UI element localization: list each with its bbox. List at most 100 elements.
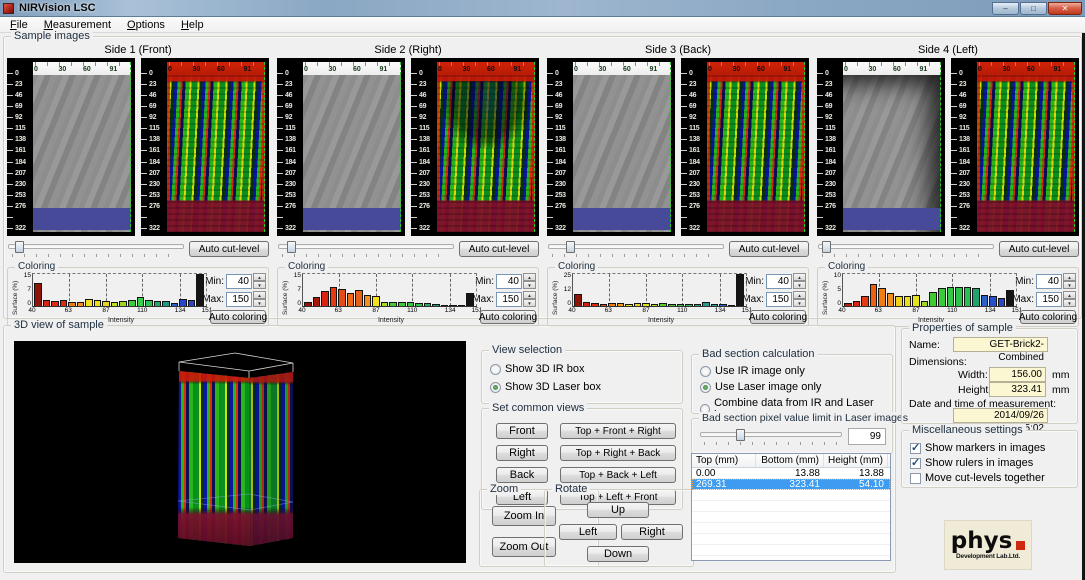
histogram-bar [407,302,415,306]
spin-up-icon[interactable]: ▲ [523,273,536,281]
spin-down-icon[interactable]: ▼ [523,281,536,289]
view-combo-button[interactable]: Top + Back + Left [560,467,676,483]
menu-options[interactable]: Options [119,18,173,32]
histogram-plot [32,273,207,307]
max-spinner-value[interactable]: 150 [496,292,522,307]
minimize-button[interactable]: – [992,2,1019,15]
view-right-button[interactable]: Right [496,445,548,461]
checkbox-checked[interactable] [910,458,921,469]
rotate-up-button[interactable]: Up [587,502,649,518]
max-spinner-value[interactable]: 150 [766,292,792,307]
ruler-tick: 115 [277,125,303,132]
slider-track[interactable] [818,244,994,249]
max-spinner[interactable]: 150▲▼ [496,291,536,307]
tick-label: 207 [419,170,430,177]
max-spinner-value[interactable]: 150 [1036,292,1062,307]
rotate-down-button[interactable]: Down [587,546,649,562]
tick-label: 322 [149,225,160,232]
max-spinner[interactable]: 150▲▼ [1036,291,1076,307]
histogram-bar [972,288,980,306]
bad-limit-value[interactable]: 99 [848,428,886,445]
close-button[interactable]: ✕ [1048,2,1082,15]
spin-up-icon[interactable]: ▲ [793,291,806,299]
checkbox[interactable] [910,473,921,484]
column-header[interactable]: Height (mm) [824,454,888,467]
cut-level-slider[interactable] [8,240,184,258]
bad-limit-slider[interactable] [700,428,842,446]
radio-button[interactable] [700,366,711,377]
auto-cut-level-button[interactable]: Auto cut-level [999,241,1079,257]
spin-down-icon[interactable]: ▼ [253,299,266,307]
misc-option-label: Move cut-levels together [925,472,1045,484]
3d-canvas[interactable] [14,341,466,563]
cut-level-slider[interactable] [278,240,454,258]
x-tick: 40 [838,307,845,314]
min-spinner[interactable]: 40▲▼ [1036,273,1076,289]
spin-up-icon[interactable]: ▲ [253,273,266,281]
checkbox-checked[interactable] [910,443,921,454]
min-spinner-value[interactable]: 40 [766,274,792,289]
slider-thumb[interactable] [15,241,24,253]
table-row-selected[interactable]: 269.31323.4154.10 [692,479,890,490]
cut-level-slider[interactable] [548,240,724,258]
radio-button[interactable] [490,364,501,375]
spin-up-icon[interactable]: ▲ [793,273,806,281]
min-spinner[interactable]: 40▲▼ [766,273,806,289]
radio-button-selected[interactable] [490,382,501,393]
max-spinner[interactable]: 150▲▼ [226,291,266,307]
spin-up-icon[interactable]: ▲ [253,291,266,299]
slider-thumb[interactable] [822,241,831,253]
spin-down-icon[interactable]: ▼ [793,299,806,307]
h-tick-label: 0 [168,66,172,73]
slider-track[interactable] [8,244,184,249]
min-spinner-value[interactable]: 40 [1036,274,1062,289]
auto-coloring-button[interactable]: Auto coloring [210,310,266,324]
slider-track[interactable] [278,244,454,249]
min-spinner-value[interactable]: 40 [226,274,252,289]
tick-mark [817,84,823,85]
view-combo-button[interactable]: Top + Right + Back [560,445,676,461]
min-spinner[interactable]: 40▲▼ [226,273,266,289]
ruler-tick: 92 [681,114,707,121]
maximize-button[interactable]: □ [1020,2,1047,15]
slider-thumb[interactable] [287,241,296,253]
histogram-bar [668,304,676,306]
column-header[interactable]: Bottom (mm) [756,454,824,467]
max-spinner[interactable]: 150▲▼ [766,291,806,307]
slider-track[interactable] [700,432,842,437]
spin-down-icon[interactable]: ▼ [1063,281,1076,289]
histogram-bar [929,292,937,306]
spin-down-icon[interactable]: ▼ [523,299,536,307]
column-header[interactable]: Top (mm) [692,454,756,467]
auto-coloring-button[interactable]: Auto coloring [480,310,536,324]
spin-down-icon[interactable]: ▼ [1063,299,1076,307]
cut-level-slider[interactable] [818,240,994,258]
spin-down-icon[interactable]: ▼ [793,281,806,289]
spin-up-icon[interactable]: ▲ [1063,291,1076,299]
max-spinner-value[interactable]: 150 [226,292,252,307]
rotate-left-button[interactable]: Left [559,524,617,540]
spin-up-icon[interactable]: ▲ [1063,273,1076,281]
bad-sections-table[interactable]: Top (mm)Bottom (mm)Height (mm)0.0013.881… [691,453,891,561]
auto-cut-level-button[interactable]: Auto cut-level [189,241,269,257]
view-combo-button[interactable]: Top + Front + Right [560,423,676,439]
rotate-right-button[interactable]: Right [621,524,683,540]
max-row: Max:150▲▼ [480,291,536,307]
view-back-button[interactable]: Back [496,467,548,483]
radio-button-selected[interactable] [700,382,711,393]
auto-cut-level-button[interactable]: Auto cut-level [459,241,539,257]
table-row[interactable]: 0.0013.8813.88 [692,468,890,479]
auto-cut-level-button[interactable]: Auto cut-level [729,241,809,257]
spin-down-icon[interactable]: ▼ [253,281,266,289]
menu-help[interactable]: Help [173,18,212,32]
auto-coloring-button[interactable]: Auto coloring [1020,310,1076,324]
min-spinner-value[interactable]: 40 [496,274,522,289]
spin-up-icon[interactable]: ▲ [523,291,536,299]
auto-coloring-button[interactable]: Auto coloring [750,310,806,324]
histogram: Surface (%)1570406387110134151Intensity [281,272,480,324]
slider-thumb[interactable] [736,429,745,441]
slider-thumb[interactable] [566,241,575,253]
view-front-button[interactable]: Front [496,423,548,439]
h-tick-label: 91 [919,66,927,73]
min-spinner[interactable]: 40▲▼ [496,273,536,289]
